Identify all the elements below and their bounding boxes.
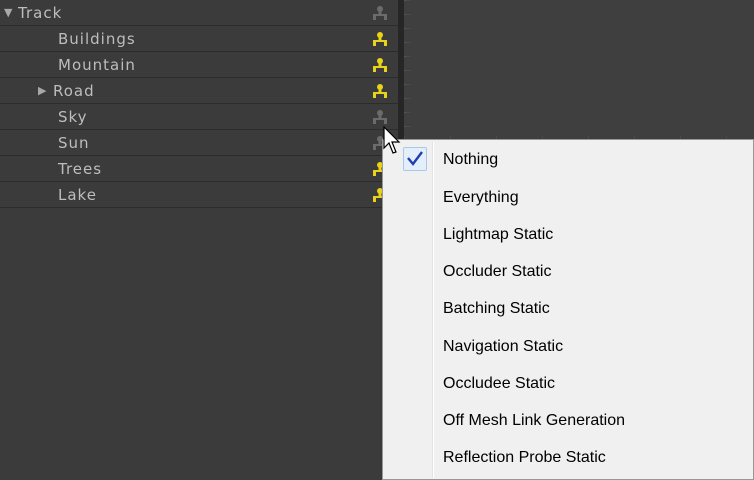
menu-item-label: Reflection Probe Static <box>443 449 606 466</box>
hierarchy-row-label: Lake <box>58 186 97 204</box>
hierarchy-row-road[interactable]: ▶ Road <box>0 78 398 104</box>
prefab-icon[interactable] <box>372 109 388 125</box>
scene-view[interactable] <box>404 0 754 140</box>
menu-item-batching-static[interactable]: Batching Static <box>383 291 753 327</box>
hierarchy-row-track[interactable]: ▼ Track <box>0 0 398 26</box>
hierarchy-row-sun[interactable]: Sun <box>0 130 398 156</box>
menu-item-label: Batching Static <box>443 300 550 317</box>
expand-arrow-icon[interactable]: ▶ <box>38 78 46 104</box>
prefab-icon[interactable] <box>372 5 388 21</box>
menu-item-navigation-static[interactable]: Navigation Static <box>383 329 753 365</box>
expand-arrow-icon[interactable]: ▼ <box>4 0 12 26</box>
static-flags-dropdown-menu: Nothing Everything Lightmap Static Occlu… <box>382 139 754 480</box>
hierarchy-row-label: Buildings <box>58 30 136 48</box>
menu-item-label: Lightmap Static <box>443 226 554 243</box>
hierarchy-row-trees[interactable]: Trees <box>0 156 398 182</box>
menu-item-label: Occluder Static <box>443 263 552 280</box>
hierarchy-row-sky[interactable]: Sky <box>0 104 398 130</box>
hierarchy-row-label: Sun <box>58 134 90 152</box>
prefab-icon[interactable] <box>372 83 388 99</box>
hierarchy-row-lake[interactable]: Lake <box>0 182 398 208</box>
menu-item-label: Navigation Static <box>443 338 564 355</box>
menu-item-label: Occludee Static <box>443 375 556 392</box>
hierarchy-row-label: Track <box>18 4 63 22</box>
prefab-icon[interactable] <box>372 31 388 47</box>
hierarchy-panel: ▼ Track Buildings Mountain ▶ Road Sky Su… <box>0 0 398 480</box>
menu-item-label: Everything <box>443 189 519 206</box>
mouse-cursor-icon <box>383 126 401 154</box>
menu-item-lightmap-static[interactable]: Lightmap Static <box>383 217 753 253</box>
hierarchy-row-label: Mountain <box>58 56 136 74</box>
menu-item-occludee-static[interactable]: Occludee Static <box>383 366 753 402</box>
menu-item-everything[interactable]: Everything <box>383 180 753 216</box>
prefab-icon[interactable] <box>372 57 388 73</box>
menu-item-occluder-static[interactable]: Occluder Static <box>383 254 753 290</box>
hierarchy-row-label: Sky <box>58 108 88 126</box>
menu-item-label: Off Mesh Link Generation <box>443 412 626 429</box>
hierarchy-row-mountain[interactable]: Mountain <box>0 52 398 78</box>
menu-item-off-mesh-link-generation[interactable]: Off Mesh Link Generation <box>383 403 753 439</box>
checked-indicator <box>403 147 427 171</box>
menu-item-label: Nothing <box>443 151 499 168</box>
checkmark-icon <box>407 151 423 166</box>
menu-item-nothing[interactable]: Nothing <box>383 142 753 178</box>
hierarchy-row-buildings[interactable]: Buildings <box>0 26 398 52</box>
hierarchy-row-label: Road <box>53 82 95 100</box>
menu-item-reflection-probe-static[interactable]: Reflection Probe Static <box>383 440 753 476</box>
hierarchy-row-label: Trees <box>58 160 103 178</box>
